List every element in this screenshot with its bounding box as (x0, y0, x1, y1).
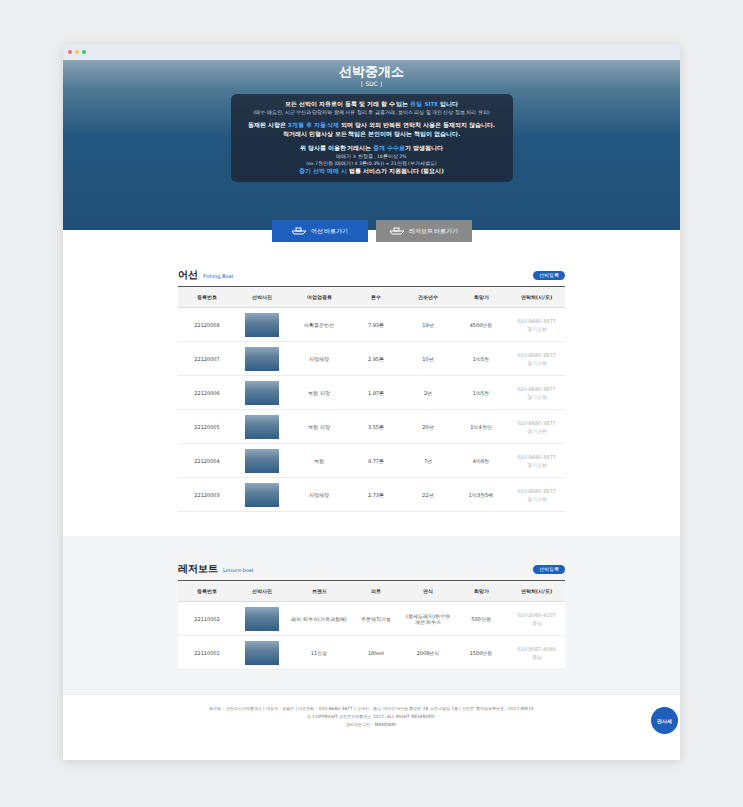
section-title: 어선 (178, 268, 198, 282)
register-button[interactable]: 선박등록 (533, 271, 565, 280)
contact: 010-8680-3877경기군현 (508, 478, 565, 511)
notice-text: 법률 서비스가 지원됩니다 (필요시) (347, 168, 444, 174)
notice-line: 모든 선박이 자유로이 등록 및 거래 할 수 있는 유일 SITE 입니다 (237, 100, 507, 109)
boat-icon (291, 227, 307, 235)
notice-text: 가 발생됩니다 (405, 145, 443, 151)
boat-photo (245, 415, 279, 439)
notice-text: 중기 선박 매매 시 (299, 168, 347, 174)
column-header: 연락처(시/도) (508, 581, 565, 601)
table-header: 등록번호선박사진브랜드피트연식희망가연락처(시/도) (178, 581, 565, 602)
notice-text: (ex.7천만원 (매매가) X 3톤(0.3%)) = 21만원 (부가세별도… (306, 161, 436, 166)
hero: 선박중개소 [ SDC ] 모든 선박이 자유로이 등록 및 거래 할 수 있는… (63, 60, 680, 230)
notice-line: 등재된 사항은 3개월 후 자동 삭제 되며 당사 외의 반복된 연락처 사용은… (237, 121, 507, 130)
site-title: 선박중개소 (339, 64, 404, 80)
contact: 010-8567-4089충남 (508, 636, 565, 669)
section-subtitle: Fishing Boat (203, 273, 234, 279)
window-dot[interactable] (75, 50, 79, 54)
notice-line: 중기 선박 매매 시 법률 서비스가 지원됩니다 (필요시) (237, 167, 507, 176)
notice-text: 등재된 사항은 (248, 122, 288, 128)
page: 선박중개소 [ SDC ] 모든 선박이 자유로이 등록 및 거래 할 수 있는… (0, 0, 743, 807)
contact: 010-8680-3877경기군현 (508, 410, 565, 443)
notice-text: 3개월 후 자동 삭제 (288, 122, 340, 128)
nav-buttons: 어선 바로가기 레저보트 바로가기 (63, 220, 680, 242)
fishing-section: 어선 Fishing Boat 선박등록 등록번호선박사진어업업종류톤수건조년수희… (63, 242, 680, 536)
notice-text: 모든 선박이 자유로이 등록 및 거래 할 수 있는 (285, 101, 411, 107)
site-subtitle: [ SDC ] (361, 80, 382, 88)
section-subtitle: Leisure boat (223, 567, 254, 573)
footer-line: 회사명 : 선진수산선박중개소 | 대표자 : 송필인 | 대표전화 : 010… (209, 705, 533, 712)
column-header: 어업업종류 (288, 287, 350, 307)
notice-text: 유일 SITE (410, 101, 438, 107)
table-header: 등록번호선박사진어업업종류톤수건조년수희망가연락처(시/도) (178, 287, 565, 308)
column-header: 톤수 (350, 287, 402, 307)
notice-paragraph: 모든 선박이 자유로이 등록 및 거래 할 수 있는 유일 SITE 입니다(매… (237, 100, 507, 116)
float-button[interactable]: 판사세 (651, 707, 678, 734)
notice-paragraph: 위 당사를 이용한 거래시는 중개 수수료가 발생됩니다매매가 X 한정율 , … (237, 144, 507, 176)
register-button[interactable]: 선박등록 (533, 565, 565, 574)
footer-line: 관리자로그인 · MAKEWAY (346, 721, 396, 728)
section-header: 어선 Fishing Boat 선박등록 (178, 268, 565, 282)
contact: 010-8680-3877경기군현 (508, 444, 565, 477)
boat-photo (245, 449, 279, 473)
boat-icon (389, 227, 405, 235)
table-row[interactable]: 22120005 복합 자망 3.55톤 20년 1억4천만 010-8680-… (178, 410, 565, 444)
boat-photo (245, 607, 279, 631)
column-header: 희망가 (454, 581, 508, 601)
column-header: 피트 (350, 581, 402, 601)
column-header: 연식 (402, 581, 454, 601)
nav-button[interactable]: 어선 바로가기 (272, 220, 368, 242)
notice-text: 중개 수수료 (373, 145, 405, 151)
contact: 010-8680-3877경기군현 (508, 342, 565, 375)
notice-line: (매수·매도인, 시군 수산과 담당자와 함께 서류 정리 후 금융거래, 보이… (237, 109, 507, 116)
window-dot[interactable] (68, 50, 72, 54)
contact: 010-2060-4107충남 (508, 602, 565, 635)
section-title: 레저보트 (178, 562, 218, 576)
footer: 회사명 : 선진수산선박중개소 | 대표자 : 송필인 | 대표전화 : 010… (63, 694, 680, 760)
window-dot[interactable] (82, 50, 86, 54)
table-row[interactable]: 22110001 11인승 18feet 2008년식 1500만원 010-8… (178, 636, 565, 670)
boat-photo (245, 641, 279, 665)
column-header: 연락처(시/도) (508, 287, 565, 307)
boat-photo (245, 483, 279, 507)
notice-text: 매매가 X 한정율 , 10톤이상 2% (336, 154, 406, 159)
table-row[interactable]: 22120003 자망제망 2.73톤 22년 1억3천5백 010-8680-… (178, 478, 565, 512)
column-header: 건조년수 (402, 287, 454, 307)
leisure-table: 등록번호선박사진브랜드피트연식희망가연락처(시/도) 22110002 레저 하… (178, 580, 565, 670)
boat-photo (245, 347, 279, 371)
column-header: 선박사진 (236, 581, 288, 601)
table-row[interactable]: 22120004 복합 9.77톤 7년 4억8천 010-8680-3877경… (178, 444, 565, 478)
notice-line: 직거래시 민형사상 모든 책임은 본인이며 당사는 책임이 없습니다. (237, 130, 507, 139)
table-row[interactable]: 22120008 어획물운반선 7.93톤 19년 4500만원 010-868… (178, 308, 565, 342)
notice-line: 위 당사를 이용한 거래시는 중개 수수료가 발생됩니다 (237, 144, 507, 153)
table-row[interactable]: 22120007 자망제망 2.95톤 10년 1억5천 010-8680-38… (178, 342, 565, 376)
notice-text: 직거래시 민형사상 모든 책임은 본인이며 당사는 책임이 없습니다. (283, 131, 461, 137)
column-header: 브랜드 (288, 581, 350, 601)
notice-line: 매매가 X 한정율 , 10톤이상 2% (237, 153, 507, 160)
column-header: 선박사진 (236, 287, 288, 307)
notice-paragraph: 등재된 사항은 3개월 후 자동 삭제 되며 당사 외의 반복된 연락처 사용은… (237, 121, 507, 139)
boat-photo (245, 313, 279, 337)
fishing-table: 등록번호선박사진어업업종류톤수건조년수희망가연락처(시/도) 22120008 … (178, 286, 565, 512)
browser-bar (63, 44, 680, 60)
footer-line: ⓒ COPYRIGHT 선진도선박중개소 2022. ALL RIGHT RES… (307, 713, 436, 720)
leisure-section: 레저보트 Leisure boat 선박등록 등록번호선박사진브랜드피트연식희망가… (63, 536, 680, 694)
contact: 010-8680-3877경기군현 (508, 376, 565, 409)
column-header: 희망가 (454, 287, 508, 307)
boat-photo (245, 381, 279, 405)
table-row[interactable]: 22110002 레저 하우스(가족과함께) 주문제작가능 (중세도레지)한수연… (178, 602, 565, 636)
browser-frame: 선박중개소 [ SDC ] 모든 선박이 자유로이 등록 및 거래 할 수 있는… (63, 44, 680, 760)
notice-text: 입니다 (438, 101, 458, 107)
nav-button[interactable]: 레저보트 바로가기 (376, 220, 472, 242)
section-header: 레저보트 Leisure boat 선박등록 (178, 562, 565, 576)
notice-line: (ex.7천만원 (매매가) X 3톤(0.3%)) = 21만원 (부가세별도… (237, 160, 507, 167)
table-row[interactable]: 22120006 복합 자망 1.97톤 2년 1억5천 010-8680-38… (178, 376, 565, 410)
notice-text: 위 당사를 이용한 거래시는 (300, 145, 374, 151)
notice-text: 되며 당사 외의 반복된 연락처 사용은 등재되지 않습니다. (339, 122, 495, 128)
column-header: 등록번호 (178, 287, 236, 307)
notice-text: (매수·매도인, 시군 수산과 담당자와 함께 서류 정리 후 금융거래, 보이… (253, 110, 489, 115)
contact: 010-8680-3877경기군현 (508, 308, 565, 341)
column-header: 등록번호 (178, 581, 236, 601)
notice-box: 모든 선박이 자유로이 등록 및 거래 할 수 있는 유일 SITE 입니다(매… (231, 94, 513, 182)
